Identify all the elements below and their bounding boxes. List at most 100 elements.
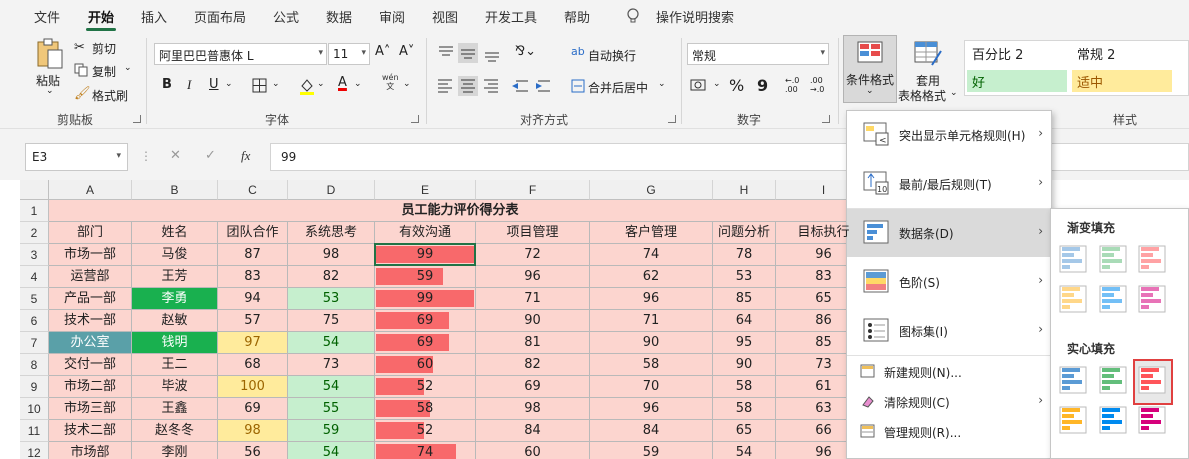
databar-cell[interactable]: 52 <box>375 420 476 442</box>
data-cell[interactable]: 96 <box>590 288 713 310</box>
column-header-h[interactable]: H <box>713 180 776 200</box>
gradient-databar-option-icon[interactable] <box>1099 245 1127 273</box>
decrease-decimal-button[interactable]: .00 →.0 <box>810 76 824 94</box>
column-header-c[interactable]: C <box>218 180 288 200</box>
font-name-select[interactable]: 阿里巴巴普惠体 L ▾ <box>154 43 327 65</box>
data-cell[interactable]: 94 <box>218 288 288 310</box>
borders-dropdown-icon[interactable]: ⌄ <box>272 79 280 89</box>
data-cell[interactable]: 58 <box>590 354 713 376</box>
data-cell[interactable]: 68 <box>218 354 288 376</box>
increase-decimal-button[interactable]: ←.0 .00 <box>785 76 799 94</box>
data-cell[interactable]: 54 <box>713 442 776 459</box>
data-cell[interactable]: 72 <box>476 244 590 266</box>
databar-cell[interactable]: 59 <box>375 266 476 288</box>
number-format-select[interactable]: 常规 ▾ <box>687 43 829 65</box>
data-cell[interactable]: 70 <box>590 376 713 398</box>
vertical-align-icons[interactable] <box>436 43 518 63</box>
data-cell[interactable]: 市场部 <box>49 442 132 459</box>
tab-view[interactable]: 视图 <box>432 7 458 26</box>
wrap-text-button[interactable]: 自动换行 <box>588 47 636 64</box>
column-header-g[interactable]: G <box>590 180 713 200</box>
header-cell[interactable]: 项目管理 <box>476 222 590 244</box>
underline-dropdown-icon[interactable]: ⌄ <box>225 79 233 89</box>
name-box[interactable]: E3 ▾ <box>25 143 128 171</box>
header-cell[interactable]: 系统思考 <box>288 222 375 244</box>
paste-dropdown-icon[interactable]: ⌄ <box>46 86 54 96</box>
data-cell[interactable]: 产品一部 <box>49 288 132 310</box>
column-header-b[interactable]: B <box>132 180 218 200</box>
data-cell[interactable]: 54 <box>288 332 375 354</box>
underline-button[interactable]: U <box>209 77 219 92</box>
row-header-1[interactable]: 1 <box>20 200 49 222</box>
bold-button[interactable]: B <box>162 77 172 92</box>
data-cell[interactable]: 71 <box>476 288 590 310</box>
menu-item-manage-rules[interactable]: 管理规则(R)... <box>847 416 1051 446</box>
cell-style-normal-2[interactable]: 常规 2 <box>1072 42 1172 64</box>
data-cell[interactable]: 市场三部 <box>49 398 132 420</box>
gradient-databar-option-icon[interactable] <box>1138 245 1166 273</box>
tab-insert[interactable]: 插入 <box>141 7 167 26</box>
databar-cell[interactable]: 99 <box>375 288 476 310</box>
databar-cell[interactable]: 69 <box>375 332 476 354</box>
row-header-10[interactable]: 10 <box>20 398 49 420</box>
tab-help[interactable]: 帮助 <box>564 7 590 26</box>
row-header-6[interactable]: 6 <box>20 310 49 332</box>
data-cell[interactable]: 56 <box>218 442 288 459</box>
row-header-9[interactable]: 9 <box>20 376 49 398</box>
copy-button[interactable]: 复制 <box>92 63 116 80</box>
sheet-title[interactable]: 员工能力评价得分表 <box>49 200 872 222</box>
tab-review[interactable]: 审阅 <box>379 7 405 26</box>
currency-format-icon[interactable] <box>690 77 712 93</box>
data-cell[interactable]: 毕波 <box>132 376 218 398</box>
confirm-icon[interactable]: ✓ <box>205 148 216 163</box>
data-cell[interactable]: 赵敏 <box>132 310 218 332</box>
italic-button[interactable]: I <box>187 77 191 93</box>
gradient-databar-option-icon[interactable] <box>1099 285 1127 313</box>
borders-icon[interactable] <box>252 78 267 93</box>
data-cell[interactable]: 54 <box>288 376 375 398</box>
alignment-launcher-icon[interactable] <box>668 115 676 123</box>
format-painter-button[interactable]: 格式刷 <box>92 87 128 104</box>
font-color-button[interactable]: A <box>338 75 347 90</box>
data-cell[interactable]: 王二 <box>132 354 218 376</box>
header-cell[interactable]: 团队合作 <box>218 222 288 244</box>
tab-page-layout[interactable]: 页面布局 <box>194 7 246 26</box>
conditional-format-dropdown-icon[interactable]: ⌄ <box>866 86 874 96</box>
data-cell[interactable]: 技术二部 <box>49 420 132 442</box>
merge-center-button[interactable]: 合并后居中 <box>588 79 648 96</box>
data-cell[interactable]: 71 <box>590 310 713 332</box>
databar-cell[interactable]: 60 <box>375 354 476 376</box>
horizontal-align-icons[interactable] <box>436 76 550 96</box>
data-cell[interactable]: 90 <box>713 354 776 376</box>
data-cell[interactable]: 53 <box>713 266 776 288</box>
menu-item-highlight-rules[interactable]: < 突出显示单元格规则(H) › <box>847 111 1051 159</box>
grow-font-button[interactable]: A˄ <box>375 44 390 59</box>
column-header-f[interactable]: F <box>476 180 590 200</box>
data-cell[interactable]: 54 <box>288 442 375 459</box>
header-cell[interactable]: 问题分析 <box>713 222 776 244</box>
phonetic-dropdown-icon[interactable]: ⌄ <box>403 79 411 89</box>
data-cell[interactable]: 李勇 <box>132 288 218 310</box>
menu-item-icon-sets[interactable]: 图标集(I) › <box>847 307 1051 355</box>
data-cell[interactable]: 55 <box>288 398 375 420</box>
row-header-4[interactable]: 4 <box>20 266 49 288</box>
data-cell[interactable]: 83 <box>218 266 288 288</box>
merge-dropdown-icon[interactable]: ⌄ <box>658 79 666 89</box>
data-cell[interactable]: 58 <box>713 376 776 398</box>
data-cell[interactable]: 85 <box>713 288 776 310</box>
data-cell[interactable]: 60 <box>476 442 590 459</box>
clipboard-launcher-icon[interactable] <box>133 115 141 123</box>
data-cell[interactable]: 75 <box>288 310 375 332</box>
shrink-font-button[interactable]: A˅ <box>399 44 414 59</box>
insert-function-button[interactable]: fx <box>241 148 250 164</box>
header-cell[interactable]: 客户管理 <box>590 222 713 244</box>
format-as-table-dropdown-icon[interactable]: ⌄ <box>950 88 958 98</box>
column-header-d[interactable]: D <box>288 180 375 200</box>
phonetic-button[interactable]: wén 文 <box>382 73 399 91</box>
copy-dropdown-icon[interactable]: ⌄ <box>124 63 132 73</box>
data-cell[interactable]: 65 <box>713 420 776 442</box>
menu-item-data-bars[interactable]: 数据条(D) › <box>847 209 1051 257</box>
gradient-databar-option-icon[interactable] <box>1138 285 1166 313</box>
row-header-2[interactable]: 2 <box>20 222 49 244</box>
data-cell[interactable]: 马俊 <box>132 244 218 266</box>
